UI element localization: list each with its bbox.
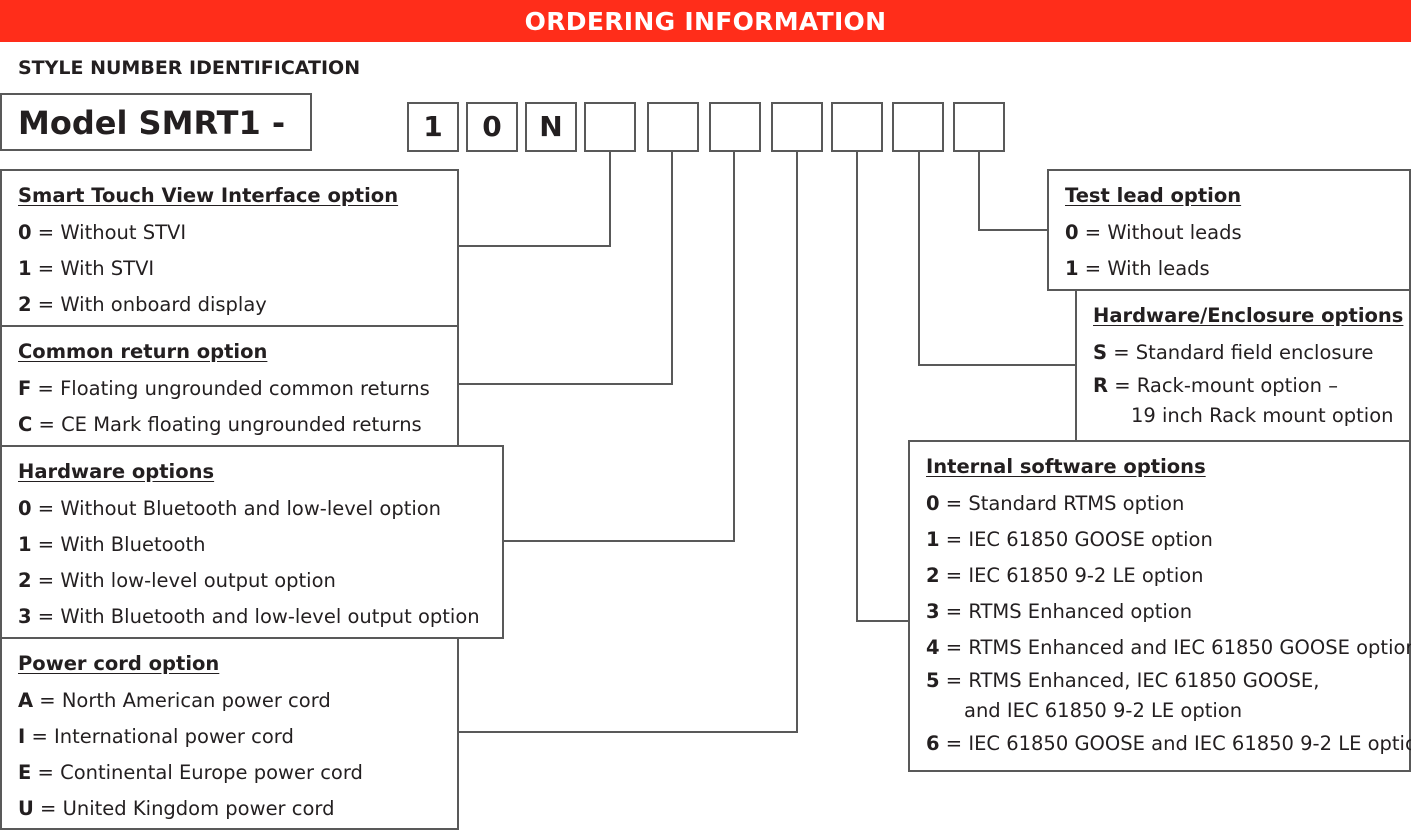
stvi-option-box: Smart Touch View Interface option 0 = Wi… bbox=[0, 169, 459, 327]
enclosure-option-title: Hardware/Enclosure options bbox=[1093, 304, 1404, 327]
option-item: E = Continental Europe power cord bbox=[18, 761, 363, 784]
option-item-continuation: and IEC 61850 9-2 LE option bbox=[964, 699, 1243, 722]
option-item: I = International power cord bbox=[18, 725, 294, 748]
connector-hardware-h bbox=[502, 540, 735, 542]
style-slot-stvi[interactable] bbox=[584, 102, 636, 152]
option-item: S = Standard field enclosure bbox=[1093, 341, 1374, 364]
option-item: 3 = RTMS Enhanced option bbox=[926, 600, 1193, 623]
option-item: R = Rack-mount option – bbox=[1093, 374, 1338, 397]
common-return-option-box: Common return option F = Floating ungrou… bbox=[0, 325, 459, 447]
connector-common-return-h bbox=[457, 383, 673, 385]
option-item: 0 = Standard RTMS option bbox=[926, 492, 1185, 515]
connector-software bbox=[856, 152, 858, 621]
option-item: U = United Kingdom power cord bbox=[18, 797, 335, 820]
connector-hardware bbox=[733, 152, 735, 541]
option-item: 6 = IEC 61850 GOOSE and IEC 61850 9-2 LE… bbox=[926, 732, 1411, 755]
style-slot-common-return[interactable] bbox=[647, 102, 699, 152]
option-item: 1 = With STVI bbox=[18, 257, 155, 280]
style-slot-power-cord[interactable] bbox=[771, 102, 823, 152]
power-cord-option-box: Power cord option A = North American pow… bbox=[0, 637, 459, 830]
connector-stvi-h bbox=[457, 245, 611, 247]
connector-power-cord bbox=[796, 152, 798, 732]
style-slot-2: 0 bbox=[466, 102, 518, 152]
connector-power-cord-h bbox=[457, 731, 798, 733]
hardware-option-box: Hardware options 0 = Without Bluetooth a… bbox=[0, 445, 504, 639]
style-slot-hardware[interactable] bbox=[709, 102, 761, 152]
option-item: 0 = Without Bluetooth and low-level opti… bbox=[18, 497, 442, 520]
test-lead-option-box: Test lead option 0 = Without leads 1 = W… bbox=[1047, 169, 1411, 291]
software-option-title: Internal software options bbox=[926, 455, 1206, 478]
hardware-option-title: Hardware options bbox=[18, 460, 215, 483]
option-item: 5 = RTMS Enhanced, IEC 61850 GOOSE, bbox=[926, 669, 1320, 692]
style-slot-test-lead[interactable] bbox=[953, 102, 1005, 152]
option-item: 2 = With low-level output option bbox=[18, 569, 336, 592]
option-item: 4 = RTMS Enhanced and IEC 61850 GOOSE op… bbox=[926, 636, 1411, 659]
style-slot-software[interactable] bbox=[831, 102, 883, 152]
option-item: 0 = Without STVI bbox=[18, 221, 187, 244]
connector-software-h bbox=[856, 620, 910, 622]
option-item: 0 = Without leads bbox=[1065, 221, 1242, 244]
option-item: 1 = With leads bbox=[1065, 257, 1210, 280]
test-lead-option-title: Test lead option bbox=[1065, 184, 1242, 207]
option-item-continuation: 19 inch Rack mount option bbox=[1131, 404, 1394, 427]
style-slot-enclosure[interactable] bbox=[892, 102, 944, 152]
connector-test-lead bbox=[978, 152, 980, 230]
software-option-box: Internal software options 0 = Standard R… bbox=[908, 440, 1411, 772]
section-subtitle: STYLE NUMBER IDENTIFICATION bbox=[18, 57, 361, 79]
connector-test-lead-h bbox=[978, 229, 1050, 231]
style-slot-1: 1 bbox=[407, 102, 459, 152]
option-item: A = North American power cord bbox=[18, 689, 331, 712]
common-return-option-title: Common return option bbox=[18, 340, 268, 363]
model-label: Model SMRT1 - bbox=[0, 93, 312, 151]
option-item: C = CE Mark floating ungrounded returns bbox=[18, 413, 422, 436]
power-cord-option-title: Power cord option bbox=[18, 652, 220, 675]
option-item: 3 = With Bluetooth and low-level output … bbox=[18, 605, 480, 628]
option-item: F = Floating ungrounded common returns bbox=[18, 377, 430, 400]
option-item: 1 = IEC 61850 GOOSE option bbox=[926, 528, 1213, 551]
option-item: 2 = With onboard display bbox=[18, 293, 267, 316]
connector-enclosure-h bbox=[918, 364, 1078, 366]
ordering-information-banner: ORDERING INFORMATION bbox=[0, 0, 1411, 42]
stvi-option-title: Smart Touch View Interface option bbox=[18, 184, 399, 207]
enclosure-option-box: Hardware/Enclosure options S = Standard … bbox=[1075, 289, 1411, 442]
connector-common-return bbox=[671, 152, 673, 384]
style-slot-3: N bbox=[525, 102, 577, 152]
connector-enclosure bbox=[918, 152, 920, 365]
option-item: 2 = IEC 61850 9-2 LE option bbox=[926, 564, 1204, 587]
connector-stvi bbox=[609, 152, 611, 246]
option-item: 1 = With Bluetooth bbox=[18, 533, 206, 556]
